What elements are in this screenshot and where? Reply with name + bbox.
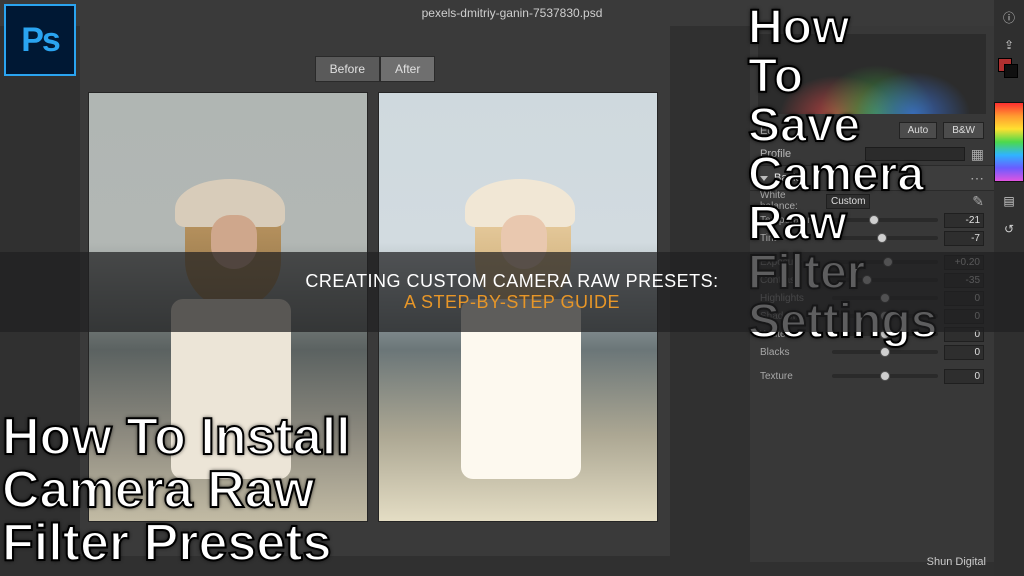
slider-row: Texture 0 <box>750 367 994 385</box>
tab-after[interactable]: After <box>380 56 435 82</box>
slider-knob[interactable] <box>880 371 890 381</box>
slider-value[interactable]: 0 <box>944 345 984 360</box>
app-stage: Ps pexels-dmitriy-ganin-7537830.psd Befo… <box>0 0 1024 576</box>
banner-line-1: CREATING CUSTOM CAMERA RAW PRESETS: <box>305 271 718 292</box>
photoshop-logo: Ps <box>4 4 76 76</box>
credit-text: Shun Digital <box>927 556 986 568</box>
share-icon[interactable]: ⇪ <box>1000 36 1018 54</box>
background-swatch[interactable] <box>1004 64 1018 78</box>
slider-track[interactable] <box>832 350 938 354</box>
layers-icon[interactable]: ▤ <box>1000 192 1018 210</box>
tab-before[interactable]: Before <box>315 56 380 82</box>
slider-track[interactable] <box>832 374 938 378</box>
slider-value[interactable]: 0 <box>944 369 984 384</box>
banner-line-2: A STEP-BY-STEP GUIDE <box>404 292 620 313</box>
slider-label: Blacks <box>760 347 826 358</box>
history-icon[interactable]: ↺ <box>1000 220 1018 238</box>
before-after-tabs: Before After <box>80 26 670 82</box>
slider-knob[interactable] <box>880 347 890 357</box>
document-filename: pexels-dmitriy-ganin-7537830.psd <box>422 6 603 20</box>
slider-label: Texture <box>760 371 826 382</box>
info-icon[interactable]: ⓘ <box>1000 8 1018 26</box>
color-swatches-panel[interactable] <box>994 102 1024 182</box>
overlay-install-heading: How To InstallCamera RawFilter Presets <box>2 411 522 570</box>
title-banner: CREATING CUSTOM CAMERA RAW PRESETS: A ST… <box>0 252 1024 332</box>
